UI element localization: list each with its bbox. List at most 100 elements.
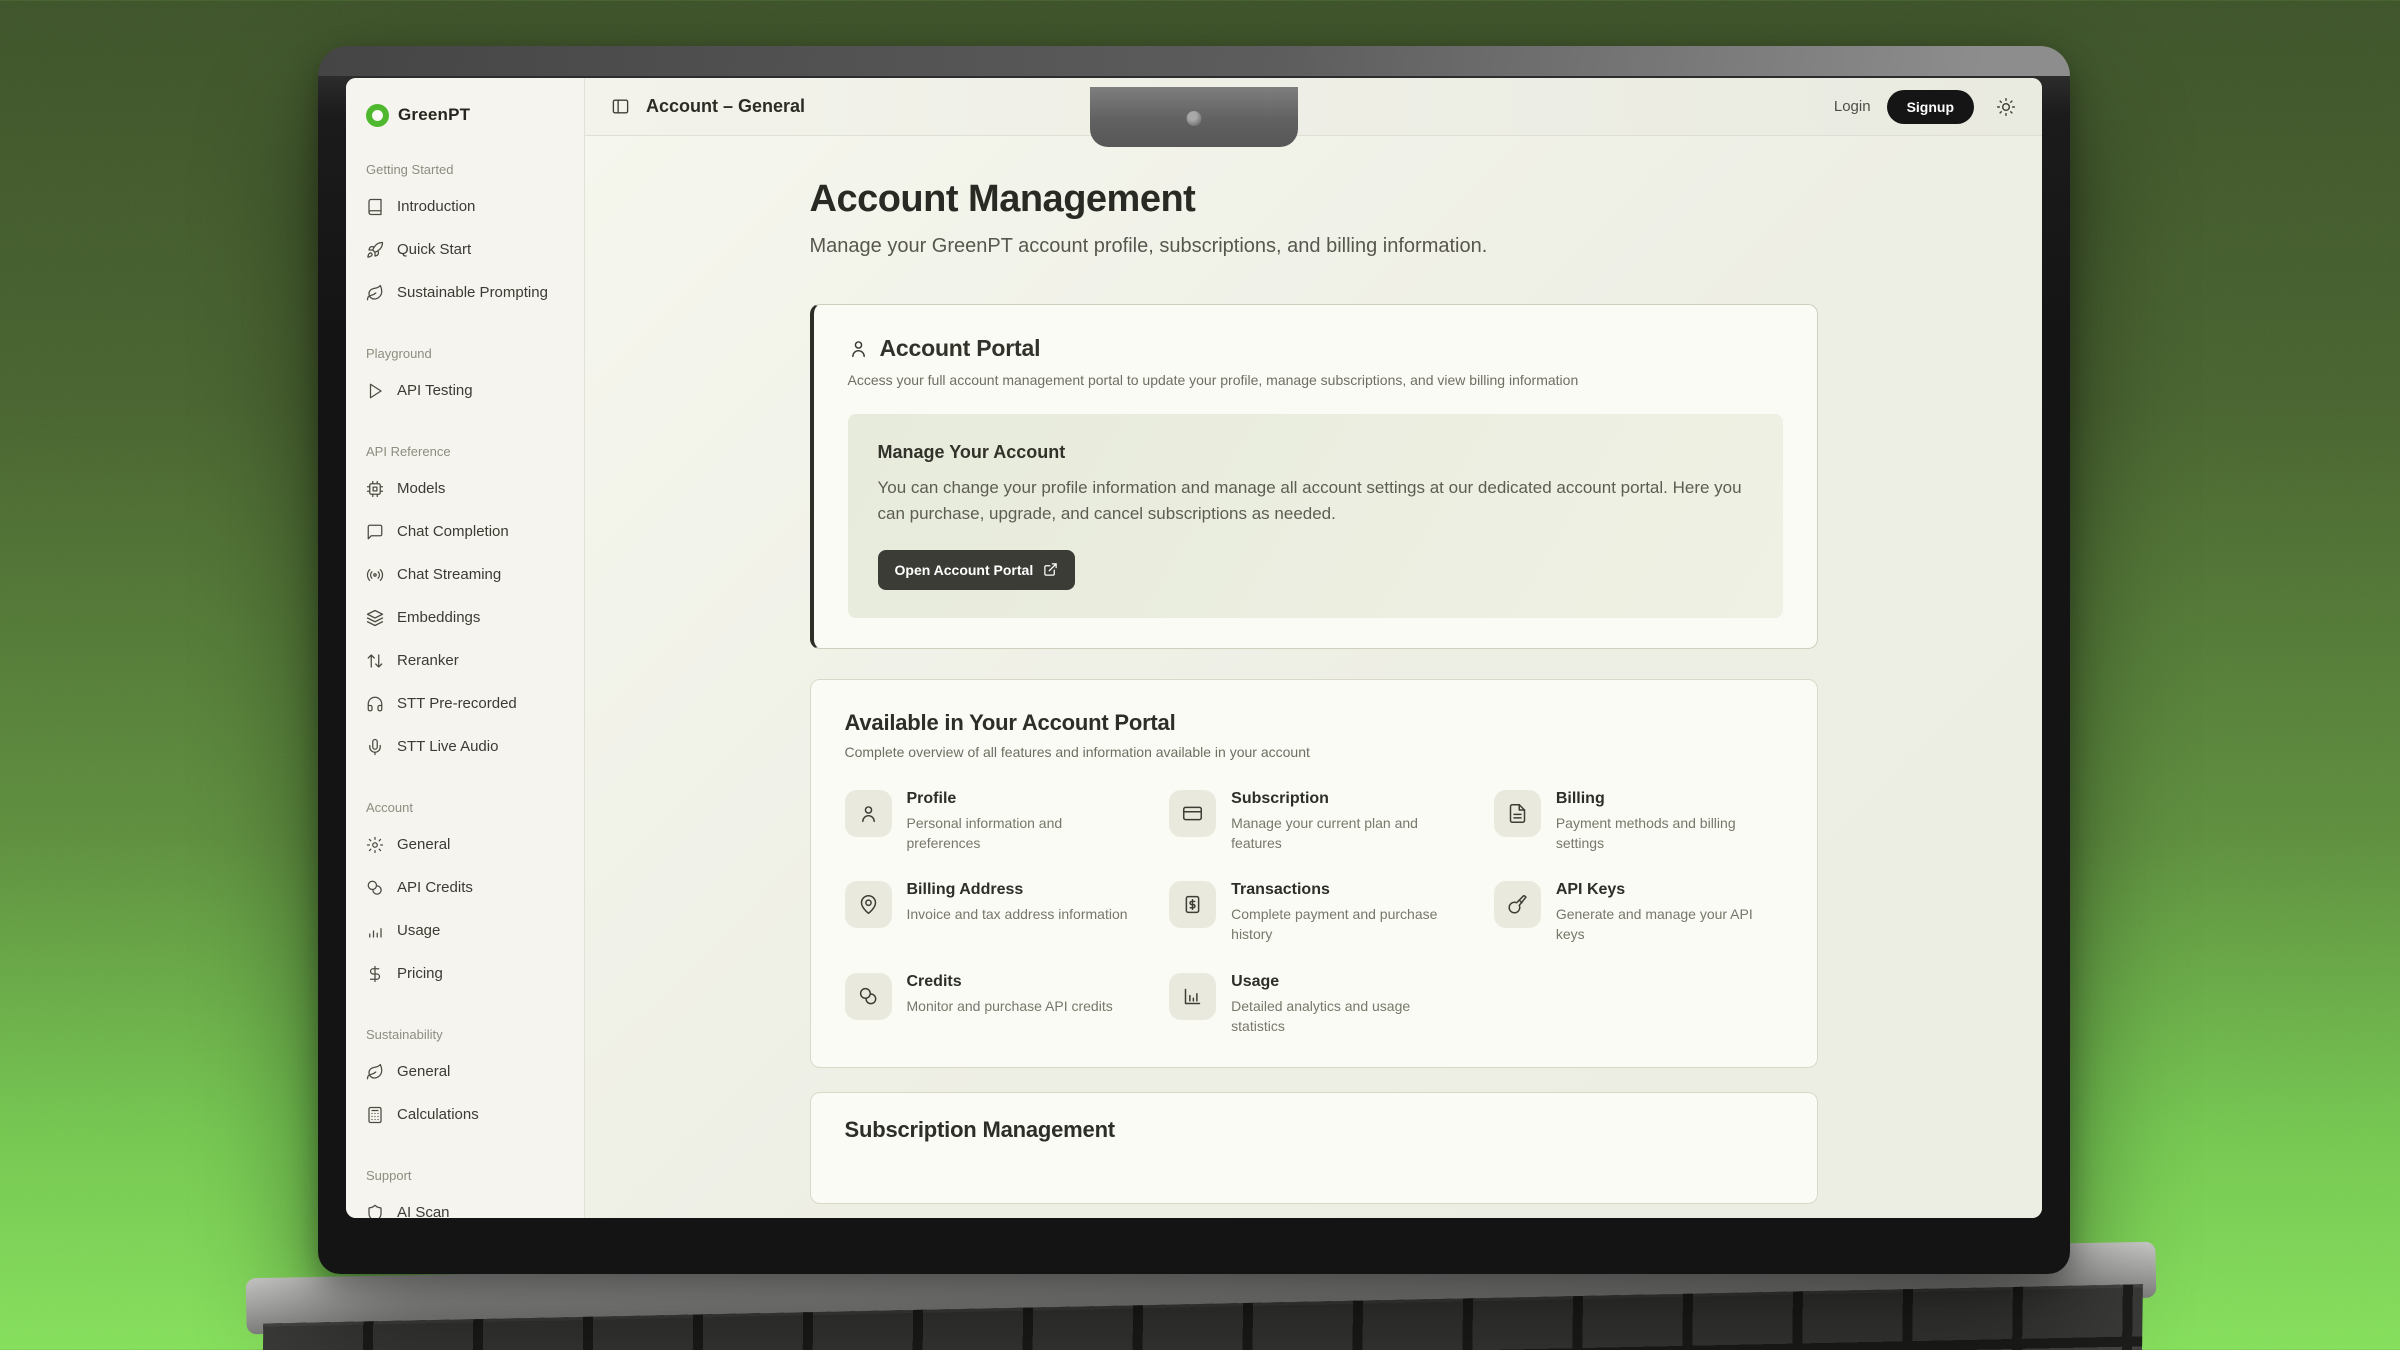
- account-portal-description: Access your full account management port…: [848, 372, 1783, 388]
- sidebar-item-api-testing[interactable]: API Testing: [366, 369, 564, 412]
- subscription-management-title: Subscription Management: [845, 1117, 1783, 1143]
- bar-chart-icon: [366, 922, 384, 940]
- feature-title: Profile: [907, 790, 1134, 808]
- sidebar-item-introduction[interactable]: Introduction: [366, 185, 564, 228]
- external-link-icon: [1043, 562, 1058, 577]
- sidebar-section-account: Account General API Credits Usage Pricin…: [366, 800, 564, 995]
- feature-description: Generate and manage your API keys: [1556, 905, 1783, 945]
- feature-usage: Usage Detailed analytics and usage stati…: [1169, 973, 1458, 1037]
- open-account-portal-label: Open Account Portal: [895, 562, 1034, 578]
- sidebar-item-label: Models: [397, 480, 445, 497]
- features-card: Available in Your Account Portal Complet…: [810, 679, 1818, 1068]
- sidebar-item-stt-live-audio[interactable]: STT Live Audio: [366, 725, 564, 768]
- sidebar-item-models[interactable]: Models: [366, 467, 564, 510]
- sidebar-item-usage[interactable]: Usage: [366, 909, 564, 952]
- sidebar-item-stt-pre-recorded[interactable]: STT Pre-recorded: [366, 682, 564, 725]
- sidebar-item-label: AI Scan: [397, 1204, 450, 1218]
- feature-title: API Keys: [1556, 881, 1783, 899]
- greenpt-logo-icon: [366, 104, 389, 127]
- feature-subscription: Subscription Manage your current plan an…: [1169, 790, 1458, 854]
- arrows-up-down-icon: [366, 652, 384, 670]
- section-label: Account: [366, 800, 564, 815]
- sidebar-item-calculations[interactable]: Calculations: [366, 1093, 564, 1136]
- sidebar-item-ai-scan[interactable]: AI Scan: [366, 1191, 564, 1218]
- rocket-icon: [366, 241, 384, 259]
- sidebar-item-label: STT Pre-recorded: [397, 695, 517, 712]
- key-icon: [1507, 894, 1528, 915]
- manage-account-title: Manage Your Account: [878, 442, 1753, 463]
- person-icon: [848, 338, 869, 359]
- feature-billing: Billing Payment methods and billing sett…: [1494, 790, 1783, 854]
- sidebar-item-quick-start[interactable]: API Testing Quick Start: [366, 228, 564, 271]
- feature-description: Complete payment and purchase history: [1231, 905, 1458, 945]
- signup-button[interactable]: Signup: [1887, 90, 1974, 124]
- sidebar-item-label: Quick Start: [397, 241, 471, 258]
- chart-column-icon: [1182, 986, 1203, 1007]
- shield-icon: [366, 1204, 384, 1219]
- sidebar-section-playground: Playground API Testing: [366, 346, 564, 412]
- open-account-portal-button[interactable]: Open Account Portal: [878, 550, 1076, 590]
- sidebar: GreenPT Getting Started Introduction API…: [346, 78, 585, 1218]
- sidebar-item-pricing[interactable]: Pricing: [366, 952, 564, 995]
- feature-title: Credits: [907, 973, 1113, 991]
- dollar-icon: [366, 965, 384, 983]
- gear-icon: [366, 836, 384, 854]
- page-breadcrumb-title: Account – General: [646, 96, 805, 117]
- sidebar-item-reranker[interactable]: Reranker: [366, 639, 564, 682]
- feature-api-keys: API Keys Generate and manage your API ke…: [1494, 881, 1783, 945]
- sidebar-item-sustainability-general[interactable]: General: [366, 1050, 564, 1093]
- sidebar-section-getting-started: Getting Started Introduction API Testing…: [366, 162, 564, 314]
- sidebar-item-label: Usage: [397, 922, 440, 939]
- feature-description: Payment methods and billing settings: [1556, 814, 1783, 854]
- logo[interactable]: GreenPT: [366, 100, 564, 130]
- manage-account-box: Manage Your Account You can change your …: [848, 414, 1783, 618]
- laptop-frame: GreenPT Getting Started Introduction API…: [318, 46, 2070, 1274]
- sidebar-item-label: Pricing: [397, 965, 443, 982]
- sidebar-item-api-credits[interactable]: API Credits: [366, 866, 564, 909]
- subscription-management-card: Subscription Management: [810, 1092, 1818, 1204]
- manage-account-body: You can change your profile information …: [878, 475, 1753, 528]
- sidebar-item-embeddings[interactable]: Embeddings: [366, 596, 564, 639]
- feature-title: Billing: [1556, 790, 1783, 808]
- feature-title: Usage: [1231, 973, 1458, 991]
- sidebar-item-label: Chat Streaming: [397, 566, 501, 583]
- leaf-icon: [366, 284, 384, 302]
- sidebar-item-chat-streaming[interactable]: Chat Streaming: [366, 553, 564, 596]
- sun-theme-toggle-icon[interactable]: [1996, 97, 2016, 117]
- laptop-notch: [1090, 87, 1298, 147]
- account-portal-card: Account Portal Access your full account …: [810, 304, 1818, 649]
- feature-profile: Profile Personal information and prefere…: [845, 790, 1134, 854]
- login-link[interactable]: Login: [1834, 98, 1871, 115]
- feature-title: Transactions: [1231, 881, 1458, 899]
- main-scroll-area[interactable]: Account Management Manage your GreenPT a…: [585, 136, 2042, 1218]
- logo-text: GreenPT: [398, 105, 470, 125]
- features-grid: Profile Personal information and prefere…: [845, 790, 1783, 1037]
- section-label: API Reference: [366, 444, 564, 459]
- person-icon: [858, 803, 879, 824]
- sidebar-item-label: Chat Completion: [397, 523, 509, 540]
- cpu-icon: [366, 480, 384, 498]
- page-subtitle: Manage your GreenPT account profile, sub…: [810, 235, 1818, 258]
- feature-description: Personal information and preferences: [907, 814, 1134, 854]
- sidebar-item-label: Embeddings: [397, 609, 480, 626]
- feature-description: Monitor and purchase API credits: [907, 997, 1113, 1017]
- features-card-title: Available in Your Account Portal: [845, 710, 1783, 736]
- page-content: Account Management Manage your GreenPT a…: [810, 136, 1818, 1204]
- layers-icon: [366, 609, 384, 627]
- sidebar-toggle-icon[interactable]: [611, 97, 630, 116]
- sidebar-item-label: General: [397, 836, 450, 853]
- topbar: Account – General Login Signup: [585, 78, 2042, 136]
- headphones-icon: [366, 695, 384, 713]
- section-label: Support: [366, 1168, 564, 1183]
- sidebar-item-label: Sustainable Prompting: [397, 284, 548, 301]
- laptop-camera: [1187, 111, 1202, 126]
- sidebar-item-account-general[interactable]: General: [366, 823, 564, 866]
- feature-transactions: Transactions Complete payment and purcha…: [1169, 881, 1458, 945]
- feature-description: Invoice and tax address information: [907, 905, 1128, 925]
- sidebar-item-chat-completion[interactable]: Chat Completion: [366, 510, 564, 553]
- account-portal-title: Account Portal: [880, 335, 1041, 362]
- sidebar-item-sustainable-prompting[interactable]: Sustainable Prompting: [366, 271, 564, 314]
- book-icon: [366, 198, 384, 216]
- laptop-bezel: [318, 46, 2070, 76]
- sidebar-item-label: General: [397, 1063, 450, 1080]
